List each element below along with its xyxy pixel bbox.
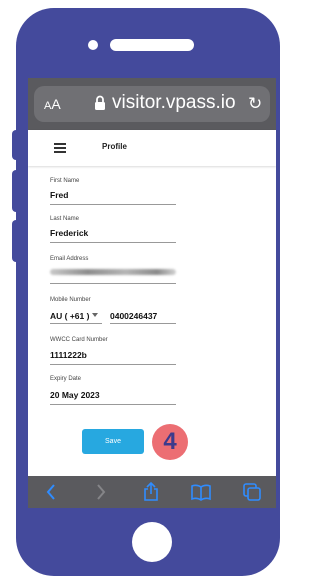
chevron-left-icon[interactable] (44, 482, 58, 502)
app-header: Profile (28, 130, 276, 166)
book-icon[interactable] (190, 482, 212, 502)
reload-icon[interactable]: ↻ (248, 94, 262, 114)
chevron-down-icon[interactable] (92, 313, 98, 317)
expiry-date-field[interactable]: 20 May 2023 (50, 390, 100, 400)
browser-toolbar (28, 476, 276, 508)
volume-up-button (12, 170, 20, 212)
email-underline (50, 283, 176, 284)
lock-icon (95, 95, 105, 110)
home-button[interactable] (132, 522, 172, 562)
last-name-label: Last Name (50, 216, 80, 222)
menu-icon[interactable] (54, 143, 66, 153)
mute-switch (12, 130, 20, 160)
volume-down-button (12, 220, 20, 262)
chevron-right-icon[interactable] (94, 482, 108, 502)
country-code-select[interactable]: AU ( +61 ) (50, 311, 89, 321)
speaker-grille (110, 39, 194, 51)
save-button[interactable]: Save (82, 429, 144, 454)
share-icon[interactable] (142, 482, 160, 502)
first-name-field[interactable]: Fred (50, 190, 68, 200)
camera-dot (88, 40, 98, 50)
mobile-number-field[interactable]: 0400246437 (110, 311, 157, 321)
mobile-label: Mobile Number (50, 297, 91, 303)
first-name-label: First Name (50, 178, 80, 184)
tabs-icon[interactable] (242, 482, 262, 502)
first-name-underline (50, 204, 176, 205)
expiry-underline (50, 404, 176, 405)
mobile-number-underline (110, 323, 176, 324)
address-bar[interactable]: AA visitor.vpass.io ↻ (34, 86, 270, 122)
wwcc-underline (50, 364, 176, 365)
email-field-redacted[interactable] (50, 269, 176, 275)
last-name-underline (50, 242, 176, 243)
phone-screen: AA visitor.vpass.io ↻ Profile First Name… (28, 78, 276, 508)
text-size-button[interactable]: AA (44, 96, 61, 112)
wwcc-field[interactable]: 1111222b (50, 350, 87, 360)
browser-address-area: AA visitor.vpass.io ↻ (28, 78, 276, 130)
expiry-label: Expiry Date (50, 376, 82, 382)
country-code-underline (50, 323, 102, 324)
email-label: Email Address (50, 256, 89, 262)
step-number-badge: 4 (152, 424, 188, 460)
page-title: Profile (102, 142, 127, 151)
wwcc-label: WWCC Card Number (50, 337, 108, 343)
url-domain: visitor.vpass.io (112, 92, 236, 113)
last-name-field[interactable]: Frederick (50, 228, 88, 238)
